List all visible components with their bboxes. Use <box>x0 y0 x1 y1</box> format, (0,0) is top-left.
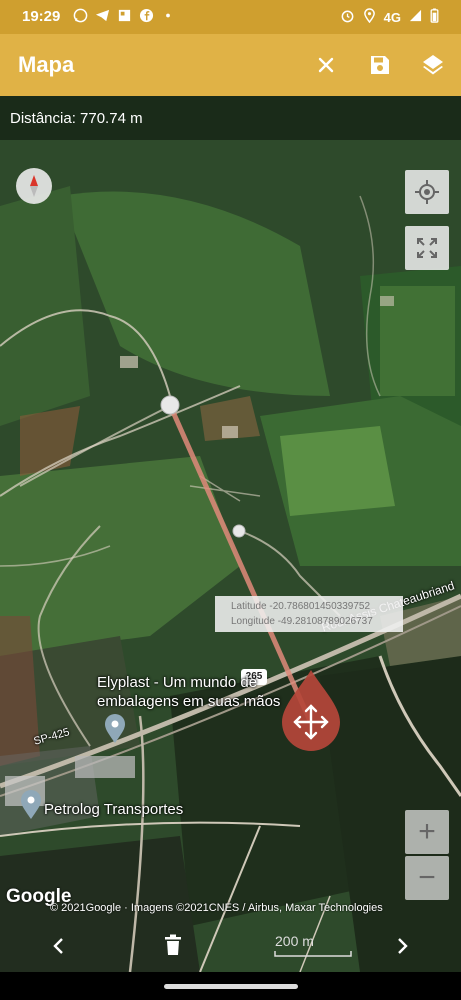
signal-icon <box>409 9 422 25</box>
telegram-icon <box>94 8 110 24</box>
compass-icon <box>30 175 38 197</box>
satellite-map[interactable]: Distância: 770.74 m 265 Rod. Assis Chate… <box>0 96 461 972</box>
close-button[interactable] <box>312 51 340 79</box>
news-icon <box>116 8 132 24</box>
chevron-right-icon <box>398 938 408 954</box>
save-button[interactable] <box>366 51 394 79</box>
bottom-toolbar: 200 m <box>0 916 461 972</box>
close-icon <box>318 57 334 73</box>
location-icon <box>363 8 376 26</box>
delete-button[interactable] <box>159 930 187 960</box>
route-mid-marker[interactable] <box>232 524 246 538</box>
layers-icon <box>423 55 443 75</box>
my-location-icon <box>415 180 439 204</box>
chevron-left-icon <box>53 938 63 954</box>
longitude-text: Longitude -49.28108789026737 <box>231 616 373 627</box>
delete-icon <box>165 934 181 955</box>
zoom-out-button[interactable]: − <box>405 856 449 900</box>
fullscreen-icon <box>417 238 437 258</box>
previous-button[interactable] <box>44 932 72 960</box>
route-start-marker[interactable] <box>160 395 180 415</box>
save-icon <box>371 56 389 74</box>
app-bar: Mapa <box>0 34 461 96</box>
status-bar: 19:29 4G <box>0 0 461 34</box>
place-label-petrolog[interactable]: Petrolog Transportes <box>44 801 183 818</box>
dot-icon <box>160 8 176 24</box>
system-navigation-bar <box>0 972 461 1000</box>
zoom-out-label: − <box>418 861 436 894</box>
map-imagery <box>0 96 461 972</box>
map-copyright: © 2021Google · Imagens ©2021CNES / Airbu… <box>50 902 383 914</box>
layers-button[interactable] <box>419 51 447 79</box>
distance-text: Distância: 770.74 m <box>10 110 143 127</box>
network-type: 4G <box>383 9 401 25</box>
distance-readout: Distância: 770.74 m <box>0 96 461 140</box>
place-label-elyplast-1[interactable]: Elyplast - Um mundo de <box>97 674 257 691</box>
alarm-icon <box>340 8 355 26</box>
latitude-text: Latitude -20.786801450339752 <box>231 601 371 612</box>
place-pin-icon[interactable] <box>20 790 42 820</box>
status-time: 19:29 <box>22 8 61 25</box>
battery-icon <box>430 8 439 26</box>
coordinates-tooltip: Latitude -20.786801450339752 Longitude -… <box>215 596 403 632</box>
scale-text: 200 m <box>275 933 314 949</box>
zoom-in-button[interactable]: + <box>405 810 449 854</box>
scale-bar <box>274 951 352 957</box>
my-location-button[interactable] <box>405 170 449 214</box>
system-icons: 4G <box>340 8 439 26</box>
zoom-in-label: + <box>418 815 436 848</box>
fullscreen-button[interactable] <box>405 226 449 270</box>
notification-icons <box>72 8 176 24</box>
compass-button[interactable] <box>16 168 52 204</box>
home-gesture-bar[interactable] <box>164 984 298 989</box>
drag-marker[interactable] <box>280 668 342 752</box>
place-pin-icon[interactable] <box>104 714 126 744</box>
page-title: Mapa <box>18 52 75 77</box>
place-label-elyplast-2[interactable]: embalagens em suas mãos <box>97 693 280 710</box>
next-button[interactable] <box>389 932 417 960</box>
facebook-icon <box>138 8 154 24</box>
whatsapp-icon <box>72 8 88 24</box>
